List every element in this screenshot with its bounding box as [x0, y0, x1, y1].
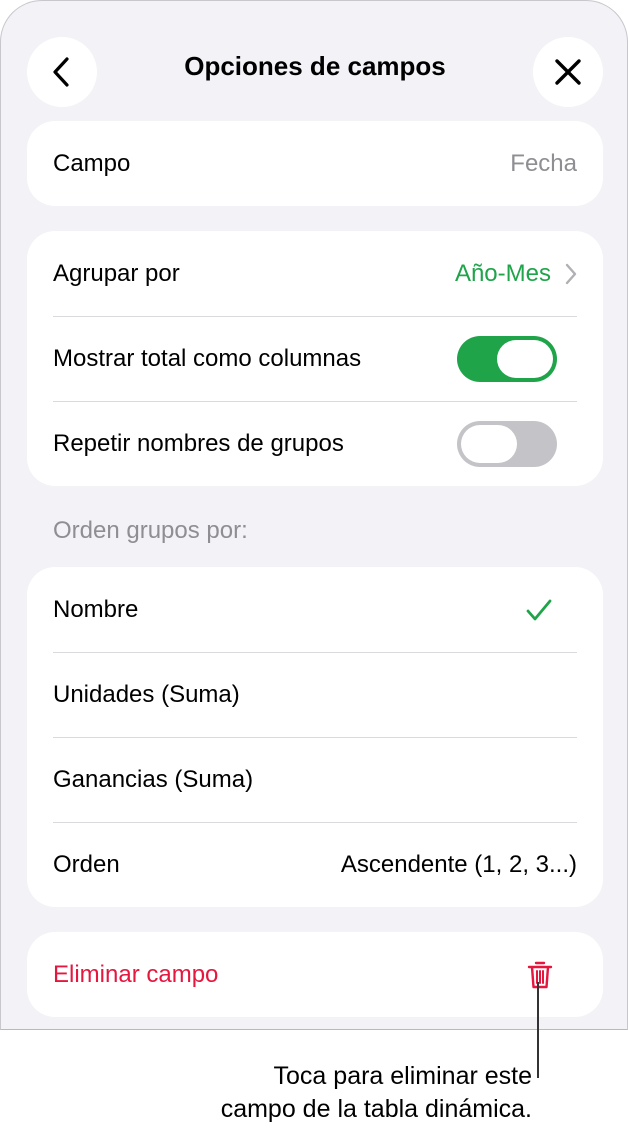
show-totals-toggle[interactable] [457, 335, 557, 382]
sort-section-header: Orden grupos por: [53, 517, 248, 544]
order-row[interactable]: Orden Ascendente (1, 2, 3...) [27, 822, 603, 907]
sort-option-profit[interactable]: Ganancias (Suma) [27, 737, 603, 822]
field-row: Campo Fecha [27, 121, 603, 206]
grouping-card: Agrupar por Año-Mes Mostrar total como c… [27, 231, 603, 486]
close-button[interactable] [533, 37, 603, 107]
chevron-right-icon [565, 263, 577, 285]
callout-line-1: Toca para eliminar este [273, 1062, 532, 1090]
sort-option-units[interactable]: Unidades (Suma) [27, 652, 603, 737]
group-by-label: Agrupar por [53, 259, 180, 287]
field-value: Fecha [510, 149, 577, 177]
callout-line-2: campo de la tabla dinámica. [220, 1095, 532, 1123]
field-card: Campo Fecha [27, 121, 603, 206]
show-totals-label: Mostrar total como columnas [53, 344, 362, 372]
callout-line [537, 982, 539, 1078]
toggle-knob [461, 424, 517, 463]
trash-icon[interactable] [527, 960, 553, 990]
callout-text: Toca para eliminar este campo de la tabl… [72, 1060, 532, 1126]
toggle-knob [497, 339, 553, 378]
field-options-sheet: Opciones de campos Campo Fecha Agrupar p… [0, 0, 628, 1030]
delete-card: Eliminar campo [27, 932, 603, 1017]
order-label: Orden [53, 850, 120, 878]
repeat-names-toggle[interactable] [457, 420, 557, 467]
show-totals-row: Mostrar total como columnas [27, 316, 603, 401]
field-label: Campo [53, 149, 131, 177]
sort-card: Nombre Unidades (Suma) Ganancias (Suma) … [27, 567, 603, 907]
sort-option-label: Unidades (Suma) [53, 680, 240, 708]
sort-option-label: Ganancias (Suma) [53, 765, 254, 793]
sort-option-name[interactable]: Nombre [27, 567, 603, 652]
checkmark-icon [525, 598, 553, 622]
repeat-names-label: Repetir nombres de grupos [53, 429, 344, 457]
close-icon [553, 57, 583, 87]
sort-option-label: Nombre [53, 595, 139, 623]
group-by-row[interactable]: Agrupar por Año-Mes [27, 231, 603, 316]
delete-field-label: Eliminar campo [53, 960, 219, 988]
group-by-value: Año-Mes [454, 259, 551, 287]
repeat-names-row: Repetir nombres de grupos [27, 401, 603, 486]
order-value: Ascendente (1, 2, 3...) [340, 850, 577, 878]
delete-field-row[interactable]: Eliminar campo [27, 932, 603, 1017]
